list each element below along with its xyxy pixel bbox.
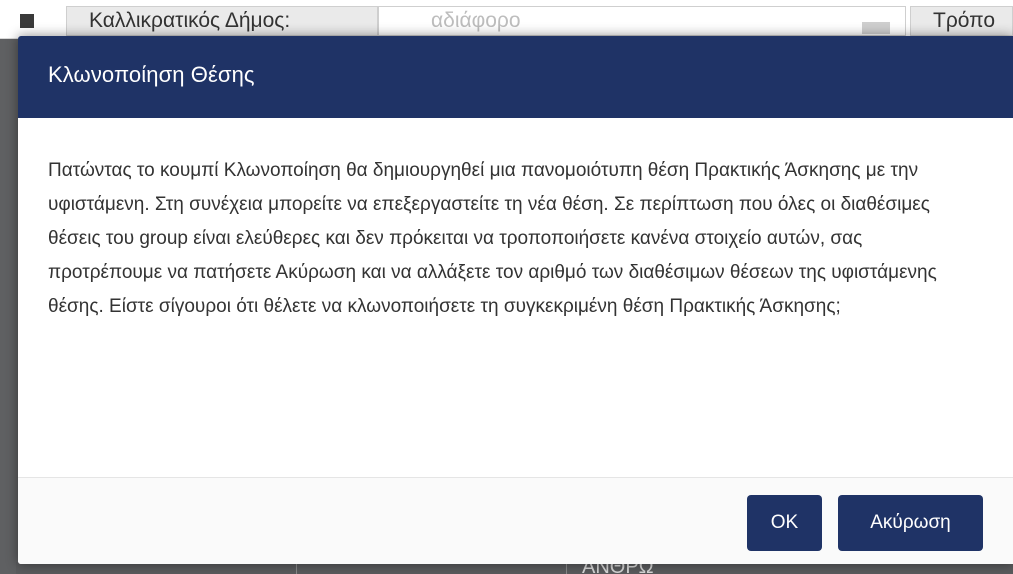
filter-row: Καλλικρατικός Δήμος: αδιάφορο Τρόπο (0, 0, 1013, 39)
ok-button[interactable]: OK (747, 495, 822, 551)
collapse-icon (20, 14, 34, 28)
municipality-label: Καλλικρατικός Δήμος: (66, 6, 378, 36)
dialog-title: Κλωνοποίηση Θέσης (48, 62, 255, 87)
chevron-down-icon (862, 22, 890, 34)
dialog-body: Πατώντας το κουμπί Κλωνοποίηση θα δημιου… (18, 118, 1013, 477)
mode-label: Τρόπο (910, 6, 1013, 36)
dialog-footer: OK Ακύρωση (18, 477, 1013, 564)
municipality-select[interactable]: αδιάφορο (378, 6, 906, 36)
dialog-header: Κλωνοποίηση Θέσης (18, 36, 1013, 118)
dialog-message: Πατώντας το κουμπί Κλωνοποίηση θα δημιου… (48, 160, 937, 317)
clone-position-dialog: Κλωνοποίηση Θέσης Πατώντας το κουμπί Κλω… (18, 36, 1013, 564)
cancel-button[interactable]: Ακύρωση (838, 495, 983, 551)
